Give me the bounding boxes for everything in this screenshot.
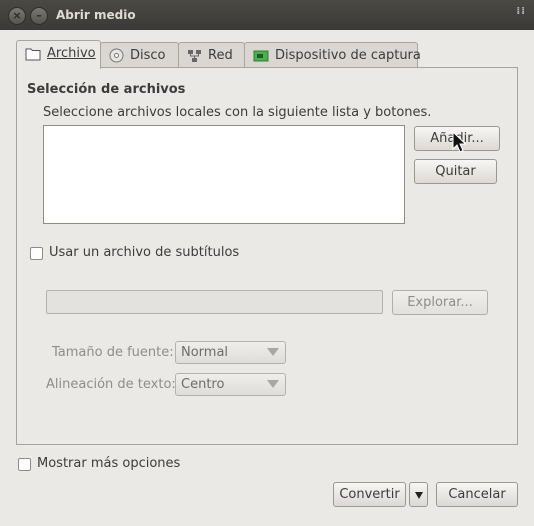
more-options-checkbox[interactable] — [18, 458, 31, 471]
tab-dispositivo-captura[interactable]: Dispositivo de captura — [244, 42, 421, 68]
convert-dropdown-button[interactable] — [409, 482, 428, 507]
text-alignment-label: Alineación de texto: — [46, 377, 176, 392]
tab-disco[interactable]: Disco — [100, 42, 179, 68]
more-options-label: Mostrar más opciones — [37, 456, 181, 471]
capture-card-icon — [253, 50, 269, 61]
chevron-down-icon — [414, 492, 423, 499]
window-title: Abrir medio — [56, 8, 136, 22]
network-icon — [188, 49, 201, 62]
tab-panel-archivo: Selección de archivos Seleccione archivo… — [16, 67, 518, 445]
dropdown-arrow-icon — [267, 348, 279, 356]
tab-archivo[interactable]: Archivo — [16, 40, 101, 69]
tab-label: Red — [208, 48, 233, 63]
minimize-window-button[interactable]: – — [30, 7, 48, 25]
subtitle-file-input[interactable] — [46, 290, 383, 314]
file-list[interactable] — [43, 125, 405, 224]
dropdown-arrow-icon — [267, 380, 279, 388]
subtitles-checkbox-label: Usar un archivo de subtítulos — [49, 245, 240, 260]
text-alignment-select[interactable]: Centro — [175, 373, 286, 396]
convert-button[interactable]: Convertir — [333, 482, 406, 507]
window-titlebar: × – Abrir medio ⁞⁞ — [0, 0, 534, 30]
close-icon: × — [12, 9, 22, 22]
browse-subtitle-button[interactable]: Explorar... — [392, 290, 488, 315]
cancel-button[interactable]: Cancelar — [436, 482, 518, 507]
file-selection-title: Selección de archivos — [27, 82, 186, 97]
font-size-select[interactable]: Normal — [175, 341, 286, 364]
disc-icon — [109, 48, 124, 63]
file-selection-description: Seleccione archivos locales con la sigui… — [43, 105, 432, 120]
close-window-button[interactable]: × — [8, 7, 26, 25]
remove-file-button[interactable]: Quitar — [414, 159, 497, 184]
subtitles-checkbox[interactable] — [30, 247, 43, 260]
tab-label: Disco — [130, 48, 166, 63]
text-alignment-value: Centro — [181, 377, 225, 392]
tab-label: Dispositivo de captura — [275, 48, 421, 63]
tab-label: Archivo — [47, 46, 96, 61]
font-size-label: Tamaño de fuente: — [52, 345, 174, 360]
folder-icon — [25, 48, 41, 60]
tab-red[interactable]: Red — [178, 42, 245, 68]
window-menu-grip-icon[interactable]: ⁞⁞ — [516, 6, 526, 17]
minimize-icon: – — [36, 9, 42, 22]
mouse-pointer-icon — [452, 131, 466, 153]
font-size-value: Normal — [181, 345, 229, 360]
